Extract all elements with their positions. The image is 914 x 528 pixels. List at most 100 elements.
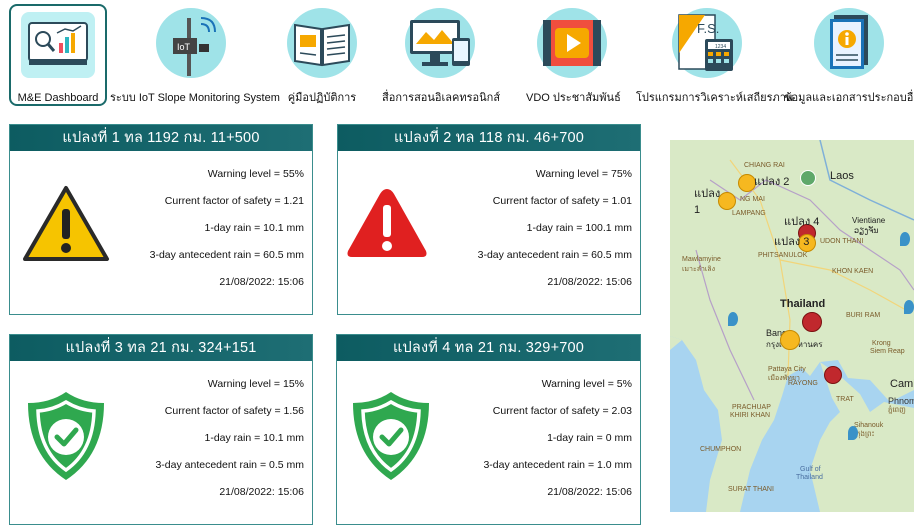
flood-marker[interactable] — [824, 366, 842, 384]
video-play-icon — [537, 8, 607, 78]
map-label: Phnom — [888, 396, 914, 406]
map-label: KHIRI KHAN — [730, 412, 771, 419]
map-label: NG MAI — [740, 196, 765, 203]
card-title: แปลงที่ 2 ทล 118 กม. 46+700 — [338, 125, 640, 151]
site-card-2[interactable]: แปลงที่ 2 ทล 118 กม. 46+700 Warning leve… — [337, 124, 641, 315]
map-label: CHIANG RAI — [744, 162, 785, 169]
timestamp: 21/08/2022: 15:06 — [547, 486, 632, 498]
marker-label: 1 — [694, 204, 701, 216]
timestamp: 21/08/2022: 15:06 — [219, 276, 304, 288]
card-readings: Warning level = 15% Current factor of sa… — [155, 371, 304, 506]
nav-me-dashboard[interactable]: M&E Dashboard — [9, 4, 107, 106]
factor-of-safety: Current factor of safety = 1.21 — [164, 195, 304, 207]
card-readings: Warning level = 75% Current factor of sa… — [478, 161, 632, 296]
warning-level: Warning level = 15% — [207, 378, 304, 390]
map-label: UDON THANI — [820, 238, 864, 245]
one-day-rain: 1-day rain = 10.1 mm — [204, 432, 304, 444]
shield-check-icon — [349, 389, 433, 488]
timestamp: 21/08/2022: 15:06 — [219, 486, 304, 498]
marker-label: แปลง — [694, 188, 721, 200]
warning-triangle-icon — [22, 185, 110, 268]
water-drop-icon[interactable] — [904, 300, 914, 314]
nav-label: M&E Dashboard — [17, 92, 99, 104]
map-label: เมืองพัทยา — [768, 375, 800, 382]
map-label: เมาะลำเลิง — [682, 266, 716, 273]
site-card-3[interactable]: แปลงที่ 3 ทล 21 กม. 324+151 Warning leve… — [9, 334, 313, 525]
svg-text:1234: 1234 — [715, 44, 726, 50]
map-label: PHITSANULOK — [758, 252, 808, 259]
shield-check-icon — [24, 389, 108, 488]
map-poi-icon[interactable] — [800, 170, 816, 186]
water-drop-icon[interactable] — [728, 312, 738, 326]
warning-level: Warning level = 5% — [541, 378, 632, 390]
map-label: Thailand — [796, 474, 823, 481]
card-title: แปลงที่ 1 ทล 1192 กม. 11+500 — [10, 125, 312, 151]
map-label: SURAT THANI — [728, 486, 774, 493]
svg-text:F.S.: F.S. — [697, 21, 719, 36]
nav-label: VDO ประชาสัมพันธ์ — [526, 92, 621, 104]
three-day-rain: 3-day antecedent rain = 1.0 mm — [483, 459, 632, 471]
timestamp: 21/08/2022: 15:06 — [547, 276, 632, 288]
factor-of-safety: Current factor of safety = 1.56 — [164, 405, 304, 417]
map-label: CHUMPHON — [700, 446, 742, 453]
map-label: ភ្នំពេញ — [888, 407, 906, 414]
top-navigation: M&E Dashboard IoT ระบบ IoT Slope Monitor… — [0, 0, 914, 110]
warning-level: Warning level = 55% — [207, 168, 304, 180]
svg-text:IoT: IoT — [177, 42, 191, 52]
nav-vdo-publicity[interactable]: VDO ประชาสัมพันธ์ — [526, 4, 621, 106]
marker-label: แปลง 3 — [774, 236, 810, 248]
marker-label: แปลง 4 — [784, 216, 820, 228]
three-day-rain: 3-day antecedent rain = 60.5 mm — [477, 249, 632, 261]
water-drop-icon[interactable] — [848, 426, 858, 440]
one-day-rain: 1-day rain = 0 mm — [547, 432, 632, 444]
nav-label: ข้อมูลและเอกสารประกอบอื่นๆ — [784, 92, 914, 104]
nav-label: โปรแกรมการวิเคราะห์เสถียรภาพ — [636, 92, 794, 104]
site-card-1[interactable]: แปลงที่ 1 ทล 1192 กม. 11+500 Warning lev… — [9, 124, 313, 315]
map-country-label: Laos — [830, 170, 854, 182]
warning-level: Warning level = 75% — [535, 168, 632, 180]
one-day-rain: 1-day rain = 10.1 mm — [204, 222, 304, 234]
card-readings: Warning level = 55% Current factor of sa… — [150, 161, 304, 296]
map-label: Siem Reap — [870, 348, 905, 355]
map-country-label: Camb — [890, 378, 914, 390]
marker-label: แปลง 2 — [754, 176, 790, 188]
nav-iot-slope-monitoring[interactable]: IoT ระบบ IoT Slope Monitoring System — [110, 4, 280, 106]
nav-label: คู่มือปฏิบัติการ — [287, 92, 357, 104]
map-label: Pattaya City — [768, 366, 806, 373]
card-readings: Warning level = 5% Current factor of saf… — [483, 371, 632, 506]
site-card-4[interactable]: แปลงที่ 4 ทล 21 กม. 329+700 Warning leve… — [336, 334, 641, 525]
map-label: Krong — [872, 340, 891, 347]
flood-marker[interactable] — [802, 312, 822, 332]
map-label: Mawlamyine — [682, 256, 721, 263]
bangkok-marker[interactable] — [780, 330, 800, 350]
map-label: PRACHUAP — [732, 404, 771, 411]
danger-triangle-icon — [344, 185, 430, 266]
monitor-tablet-icon — [405, 8, 475, 78]
nav-other-documents[interactable]: ข้อมูลและเอกสารประกอบอื่นๆ — [784, 4, 914, 106]
water-drop-icon[interactable] — [900, 232, 910, 246]
map-label: BURI RAM — [846, 312, 881, 319]
map-city-label: Vientiane — [852, 216, 886, 225]
factor-of-safety: Current factor of safety = 1.01 — [492, 195, 632, 207]
site-marker-1[interactable] — [718, 192, 736, 210]
map-label: Gulf of — [800, 466, 821, 473]
nav-electronic-media[interactable]: สื่อการสอนอิเลคทรอนิกส์ — [382, 4, 501, 106]
three-day-rain: 3-day antecedent rain = 60.5 mm — [149, 249, 304, 261]
nav-label: สื่อการสอนอิเลคทรอนิกส์ — [382, 92, 501, 104]
one-day-rain: 1-day rain = 100.1 mm — [526, 222, 632, 234]
document-calculator-icon: F.S. 1234 — [672, 8, 742, 78]
three-day-rain: 3-day antecedent rain = 0.5 mm — [155, 459, 304, 471]
nav-stability-analysis-program[interactable]: F.S. 1234 โปรแกรมการวิเคราะห์เสถียรภาพ — [636, 4, 794, 106]
site-map[interactable]: CHIANG RAI NG MAI LAMPANG PHITSANULOK Ma… — [670, 140, 914, 512]
map-city-label: ວຽງຈັນ — [854, 226, 879, 235]
map-label: Sihanouk — [854, 422, 884, 429]
map-label: KHON KAEN — [832, 268, 874, 275]
info-document-icon — [814, 8, 884, 78]
iot-sensor-icon: IoT — [156, 8, 226, 78]
card-title: แปลงที่ 3 ทล 21 กม. 324+151 — [10, 335, 312, 361]
card-title: แปลงที่ 4 ทล 21 กม. 329+700 — [337, 335, 640, 361]
nav-label: ระบบ IoT Slope Monitoring System — [110, 92, 280, 104]
dashboard-icon — [21, 12, 95, 78]
nav-operation-manual[interactable]: คู่มือปฏิบัติการ — [276, 4, 368, 106]
map-label: TRAT — [836, 396, 854, 403]
